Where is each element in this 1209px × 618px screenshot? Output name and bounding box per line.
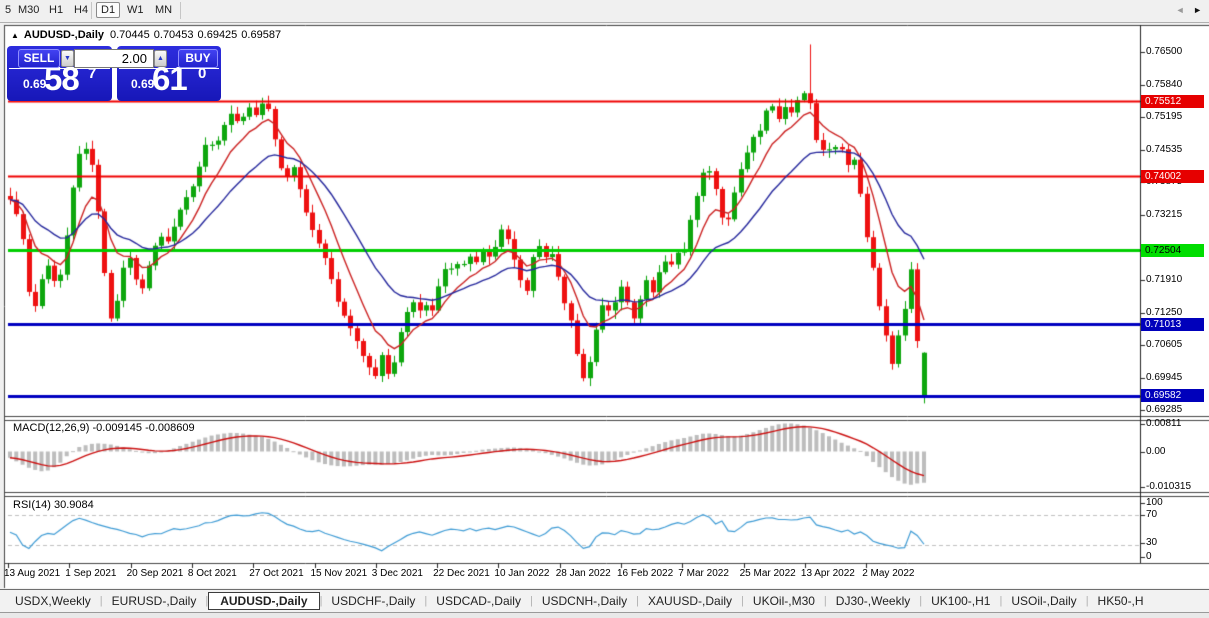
- price-tick-label: 0.74535: [1146, 144, 1182, 155]
- timeframe-button-w1[interactable]: W1: [123, 3, 148, 17]
- trading-app-window: 5M30H1H4 D1W1MN ▲ AUDUSD-,Daily 0.70445 0.70…: [0, 0, 1209, 618]
- price-tick-label: 0.76500: [1146, 46, 1182, 57]
- date-tick-label: 13 Apr 2022: [801, 568, 855, 579]
- price-tick-label: 0.75195: [1146, 111, 1182, 122]
- ohlc-low: 0.69425: [198, 29, 238, 41]
- date-tick-label: 3 Dec 2021: [372, 568, 423, 579]
- macd-tick-label: 0.00811: [1146, 418, 1181, 429]
- rsi-tick-label: 70: [1146, 509, 1157, 520]
- timeframe-toolbar: 5M30H1H4 D1W1MN: [0, 0, 1209, 23]
- one-click-trade-panel: 0.69 58 7 0.69 61 0 SELL ▼ 2.00 ▲ BUY: [7, 46, 221, 101]
- tab-usdchf-daily[interactable]: USDCHF-,Daily: [322, 592, 424, 610]
- price-tick-label: 0.71250: [1146, 307, 1182, 318]
- price-tick-label: 0.73215: [1146, 209, 1182, 220]
- date-tick-label: 16 Feb 2022: [617, 568, 673, 579]
- tab-uk100-h1[interactable]: UK100-,H1: [922, 592, 999, 610]
- timeframe-button-m30[interactable]: M30: [14, 3, 43, 17]
- tab-usdcnh-daily[interactable]: USDCNH-,Daily: [533, 592, 636, 610]
- tab-dj30-weekly[interactable]: DJ30-,Weekly: [827, 592, 919, 610]
- price-level-badge: 0.75512: [1141, 95, 1204, 108]
- timeframe-button-mn[interactable]: MN: [151, 3, 176, 17]
- sell-button[interactable]: SELL: [18, 49, 60, 68]
- price-tick-label: 0.70605: [1146, 339, 1182, 350]
- timeframe-button-h1[interactable]: H1: [45, 3, 67, 17]
- ohlc-high: 0.70453: [154, 29, 194, 41]
- timeframe-button-5[interactable]: 5: [1, 3, 15, 17]
- date-tick-label: 28 Jan 2022: [556, 568, 611, 579]
- sell-price-small: 0.69: [23, 77, 46, 91]
- price-tick-label: 0.69945: [1146, 372, 1182, 383]
- buy-button[interactable]: BUY: [178, 49, 218, 68]
- date-tick-label: 20 Sep 2021: [127, 568, 184, 579]
- volume-increase-button[interactable]: ▲: [154, 50, 167, 67]
- rsi-tick-label: 100: [1146, 497, 1163, 508]
- date-tick-label: 2 May 2022: [862, 568, 914, 579]
- date-tick-label: 22 Dec 2021: [433, 568, 490, 579]
- tab-xauusd-daily[interactable]: XAUUSD-,Daily: [639, 592, 741, 610]
- date-tick-label: 7 Mar 2022: [678, 568, 729, 579]
- date-tick-label: 27 Oct 2021: [249, 568, 303, 579]
- date-tick-label: 25 Mar 2022: [740, 568, 796, 579]
- tab-usdcad-daily[interactable]: USDCAD-,Daily: [427, 592, 530, 610]
- toolbar-separator: [180, 2, 181, 19]
- symbol-label: AUDUSD-,Daily: [24, 29, 104, 41]
- volume-decrease-button[interactable]: ▼: [61, 50, 74, 67]
- macd-tick-label: -0.010315: [1146, 481, 1191, 492]
- tab-eurusd-daily[interactable]: EURUSD-,Daily: [103, 592, 206, 610]
- tab-usdx-weekly[interactable]: USDX,Weekly: [6, 592, 100, 610]
- price-level-badge: 0.74002: [1141, 170, 1204, 183]
- rsi-label: RSI(14) 30.9084: [13, 499, 94, 511]
- macd-label: MACD(12,26,9) -0.009145 -0.008609: [13, 422, 195, 434]
- price-tick-label: 0.75840: [1146, 79, 1182, 90]
- date-tick-label: 1 Sep 2021: [65, 568, 116, 579]
- date-tick-label: 8 Oct 2021: [188, 568, 237, 579]
- tab-usoil-daily[interactable]: USOil-,Daily: [1002, 592, 1085, 610]
- volume-input[interactable]: 2.00: [74, 49, 154, 68]
- tab-scroll-arrows: ◄ ►: [1173, 5, 1205, 15]
- collapse-triangle-icon[interactable]: ▲: [11, 31, 19, 40]
- toolbar-separator: [91, 2, 92, 19]
- price-tick-label: 0.71910: [1146, 274, 1182, 285]
- chart-title: ▲ AUDUSD-,Daily 0.70445 0.70453 0.694250.695…: [11, 29, 285, 41]
- price-level-badge: 0.72504: [1141, 244, 1204, 257]
- window-bottom-edge: [0, 612, 1209, 618]
- buy-price-small: 0.69: [131, 77, 154, 91]
- chart-tab-bar: USDX,Weekly|EURUSD-,Daily|AUDUSD-,Daily|…: [0, 589, 1209, 612]
- tab-scroll-left-icon[interactable]: ◄: [1173, 5, 1188, 15]
- ohlc-close: 0.69587: [241, 29, 281, 41]
- price-tick-label: 0.69285: [1146, 404, 1182, 415]
- rsi-tick-label: 0: [1146, 551, 1152, 562]
- date-tick-label: 15 Nov 2021: [311, 568, 368, 579]
- price-level-badge: 0.71013: [1141, 318, 1204, 331]
- timeframe-button-d1[interactable]: D1: [96, 2, 120, 18]
- timeframe-button-h4[interactable]: H4: [70, 3, 92, 17]
- price-level-badge: 0.69582: [1141, 389, 1204, 402]
- tab-scroll-right-icon[interactable]: ►: [1190, 5, 1205, 15]
- date-tick-label: 10 Jan 2022: [494, 568, 549, 579]
- tab-audusd-daily[interactable]: AUDUSD-,Daily: [208, 592, 319, 610]
- tab-hk50-h[interactable]: HK50-,H: [1089, 592, 1153, 610]
- ohlc-open: 0.70445: [110, 29, 150, 41]
- tab-ukoil-m30[interactable]: UKOil-,M30: [744, 592, 824, 610]
- rsi-tick-label: 30: [1146, 537, 1157, 548]
- macd-tick-label: 0.00: [1146, 446, 1165, 457]
- date-tick-label: 13 Aug 2021: [4, 568, 60, 579]
